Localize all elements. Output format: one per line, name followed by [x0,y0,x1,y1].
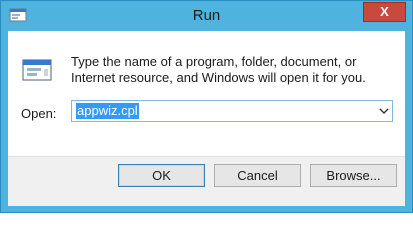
run-icon [22,59,52,81]
ok-button[interactable]: OK [118,164,205,187]
open-label: Open: [21,106,57,121]
chevron-down-icon[interactable] [376,101,392,121]
open-combobox[interactable]: appwiz.cpl [71,100,393,122]
dialog-description: Type the name of a program, folder, docu… [71,54,366,85]
window-title: Run [192,7,221,24]
cancel-button[interactable]: Cancel [214,164,301,187]
title-bar[interactable]: Run X [1,1,412,31]
close-icon: X [380,4,389,19]
dialog-body: Type the name of a program, folder, docu… [8,31,405,206]
close-button[interactable]: X [363,2,406,22]
run-dialog: Run X Type the name of a program, folder… [0,0,413,213]
open-input-value[interactable]: appwiz.cpl [76,103,139,119]
browse-button[interactable]: Browse... [310,164,397,187]
